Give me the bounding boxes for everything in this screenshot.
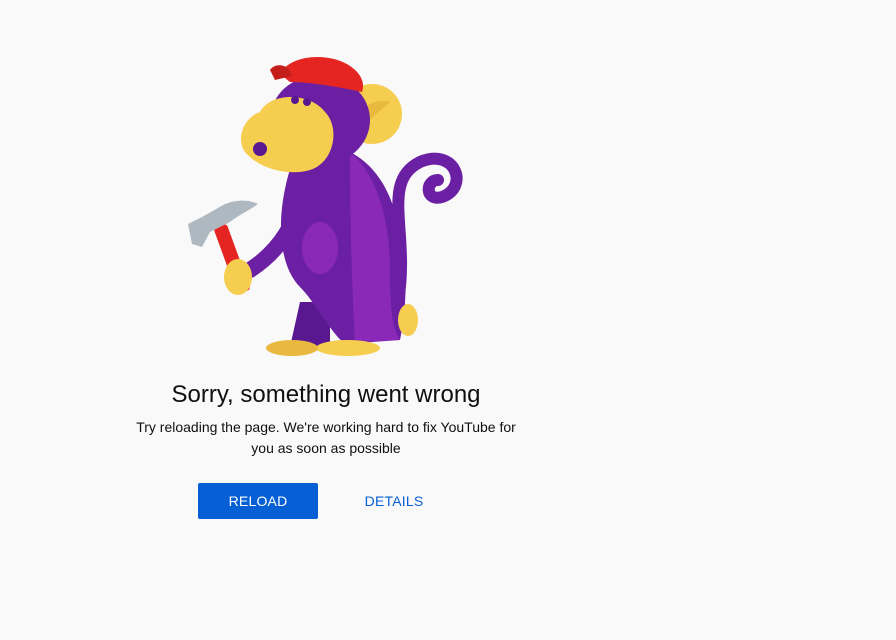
reload-button[interactable]: RELOAD [198,483,318,519]
error-title: Sorry, something went wrong [171,381,481,408]
error-message: Try reloading the page. We're working ha… [136,419,516,456]
details-button[interactable]: DETAILS [334,483,454,519]
error-page: Sorry, something went wrong Try reloadin… [0,0,896,640]
monkey-with-hammer-illustration [188,56,463,356]
